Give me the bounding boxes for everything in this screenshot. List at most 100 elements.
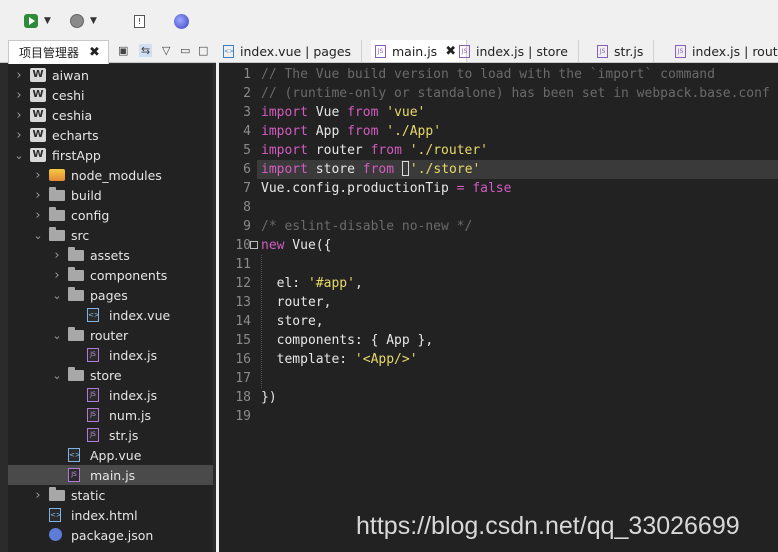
chevron-down-icon[interactable]: ⌄: [33, 229, 43, 242]
project-icon: W: [30, 88, 46, 102]
tree-item[interactable]: › build: [8, 185, 213, 205]
tree-item[interactable]: ⌄ pages: [8, 285, 213, 305]
tree-item[interactable]: › assets: [8, 245, 213, 265]
chevron-right-icon[interactable]: ›: [52, 248, 62, 263]
editor-tab[interactable]: JS index.js | route: [671, 40, 778, 62]
chevron-right-icon[interactable]: ›: [14, 128, 24, 143]
code-line[interactable]: // (runtime-only or standalone) has been…: [261, 84, 770, 103]
close-icon[interactable]: ✖: [89, 45, 100, 60]
code-line[interactable]: components: { App },: [261, 331, 434, 350]
code-token: }): [261, 390, 277, 405]
code-token: '<App/>': [354, 352, 418, 367]
fold-toggle-icon[interactable]: [250, 241, 258, 249]
code-line[interactable]: }): [261, 388, 277, 407]
code-line[interactable]: import App from './App': [261, 122, 441, 141]
view-menu-icon[interactable]: ▽: [162, 44, 170, 57]
tree-item[interactable]: › node_modules: [8, 165, 213, 185]
code-line[interactable]: template: '<App/>': [261, 350, 418, 369]
code-token: false: [472, 181, 512, 196]
tree-item[interactable]: JS index.js: [8, 345, 213, 365]
code-line[interactable]: /* eslint-disable no-new */: [261, 217, 472, 236]
line-number: 3: [243, 105, 251, 120]
code-token: App: [307, 124, 348, 139]
tree-item[interactable]: package.json: [8, 525, 213, 545]
minimize-icon[interactable]: ▭: [180, 44, 190, 57]
code-token: Vue({: [284, 238, 332, 253]
code-token: import: [261, 124, 308, 139]
tree-item[interactable]: › Wceshi: [8, 85, 213, 105]
tab-project-manager[interactable]: 项目管理器 ✖: [8, 40, 109, 64]
code-area[interactable]: 1 // The Vue build version to load with t…: [219, 65, 778, 552]
code-token: ,: [354, 276, 363, 291]
tree-item[interactable]: ⌄ src: [8, 225, 213, 245]
chevron-right-icon[interactable]: ›: [33, 168, 43, 183]
maximize-icon[interactable]: □: [198, 44, 208, 57]
js-file-icon: JS: [87, 428, 99, 442]
code-token: './App': [386, 124, 442, 139]
tree-item[interactable]: › Waiwan: [8, 65, 213, 85]
code-line[interactable]: Vue.config.productionTip = false: [261, 179, 511, 198]
chevron-down-icon[interactable]: ⌄: [52, 329, 62, 342]
settings-button[interactable]: ▼: [70, 12, 97, 30]
tree-item[interactable]: JS index.js: [8, 385, 213, 405]
tree-item[interactable]: › Wceshia: [8, 105, 213, 125]
tree-item[interactable]: › Wecharts: [8, 125, 213, 145]
browser-button[interactable]: [174, 12, 189, 30]
chevron-down-icon[interactable]: ▼: [44, 16, 51, 26]
chevron-right-icon[interactable]: ›: [14, 68, 24, 83]
chevron-down-icon[interactable]: ⌄: [52, 369, 62, 382]
tree-item[interactable]: › config: [8, 205, 213, 225]
editor-tab[interactable]: JS str.js: [593, 40, 655, 62]
tree-item[interactable]: JS main.js: [8, 465, 213, 485]
editor-tab[interactable]: JS index.js | store: [455, 40, 579, 62]
chevron-right-icon[interactable]: ›: [33, 208, 43, 223]
tree-item[interactable]: ⌄ store: [8, 365, 213, 385]
tree-item[interactable]: JS num.js: [8, 405, 213, 425]
code-token: from: [362, 162, 395, 177]
tree-item-label: pages: [90, 287, 128, 303]
tree-item[interactable]: › components: [8, 265, 213, 285]
tree-item-label: build: [71, 187, 102, 203]
chevron-down-icon[interactable]: ▼: [90, 16, 97, 26]
js-file-icon: JS: [87, 348, 99, 362]
code-token: import: [261, 162, 308, 177]
folder-icon: [49, 487, 65, 501]
editor-tab[interactable]: JS main.js ✖: [371, 40, 468, 62]
code-line[interactable]: import Vue from 'vue': [261, 103, 425, 122]
chevron-right-icon[interactable]: ›: [14, 108, 24, 123]
tree-item[interactable]: ⌄ WfirstApp: [8, 145, 213, 165]
code-line[interactable]: new Vue({: [261, 236, 331, 255]
project-icon: W: [30, 128, 46, 142]
chevron-right-icon[interactable]: ›: [33, 188, 43, 203]
code-line[interactable]: import router from './router': [261, 141, 488, 160]
editor-tab[interactable]: <> index.vue | pages: [219, 40, 363, 62]
tree-item[interactable]: <> index.html: [8, 505, 213, 525]
code-line[interactable]: el: '#app',: [261, 274, 363, 293]
tree-item[interactable]: <> App.vue: [8, 445, 213, 465]
chevron-down-icon[interactable]: ⌄: [52, 289, 62, 302]
chevron-right-icon[interactable]: ›: [52, 268, 62, 283]
chevron-down-icon[interactable]: ⌄: [14, 149, 24, 162]
run-button[interactable]: ▼: [24, 12, 51, 30]
line-number: 13: [235, 295, 251, 310]
code-line[interactable]: router,: [261, 293, 332, 312]
chevron-right-icon[interactable]: ›: [14, 88, 24, 103]
tree-item[interactable]: ⌄ router: [8, 325, 213, 345]
code-line[interactable]: store,: [261, 312, 324, 331]
tree-item[interactable]: JS str.js: [8, 425, 213, 445]
collapse-icon[interactable]: ▣: [118, 44, 128, 57]
tree-item[interactable]: › static: [8, 485, 213, 505]
link-editor-icon[interactable]: ⇆: [139, 44, 153, 57]
line-number: 8: [243, 200, 251, 215]
tree-item-label: index.html: [71, 507, 138, 523]
editor-tab-bar: <> index.vue | pages JS main.js ✖ JS index.js …: [219, 40, 778, 63]
tree-item-label: node_modules: [71, 167, 162, 183]
page-button[interactable]: !: [134, 12, 145, 30]
code-line[interactable]: // The Vue build version to load with th…: [261, 65, 715, 84]
line-number: 15: [235, 333, 251, 348]
folder-icon: [68, 267, 84, 281]
tree-item[interactable]: <> index.vue: [8, 305, 213, 325]
code-token: './router': [409, 143, 489, 158]
code-line[interactable]: import store from './store': [261, 160, 480, 179]
chevron-right-icon[interactable]: ›: [33, 488, 43, 503]
